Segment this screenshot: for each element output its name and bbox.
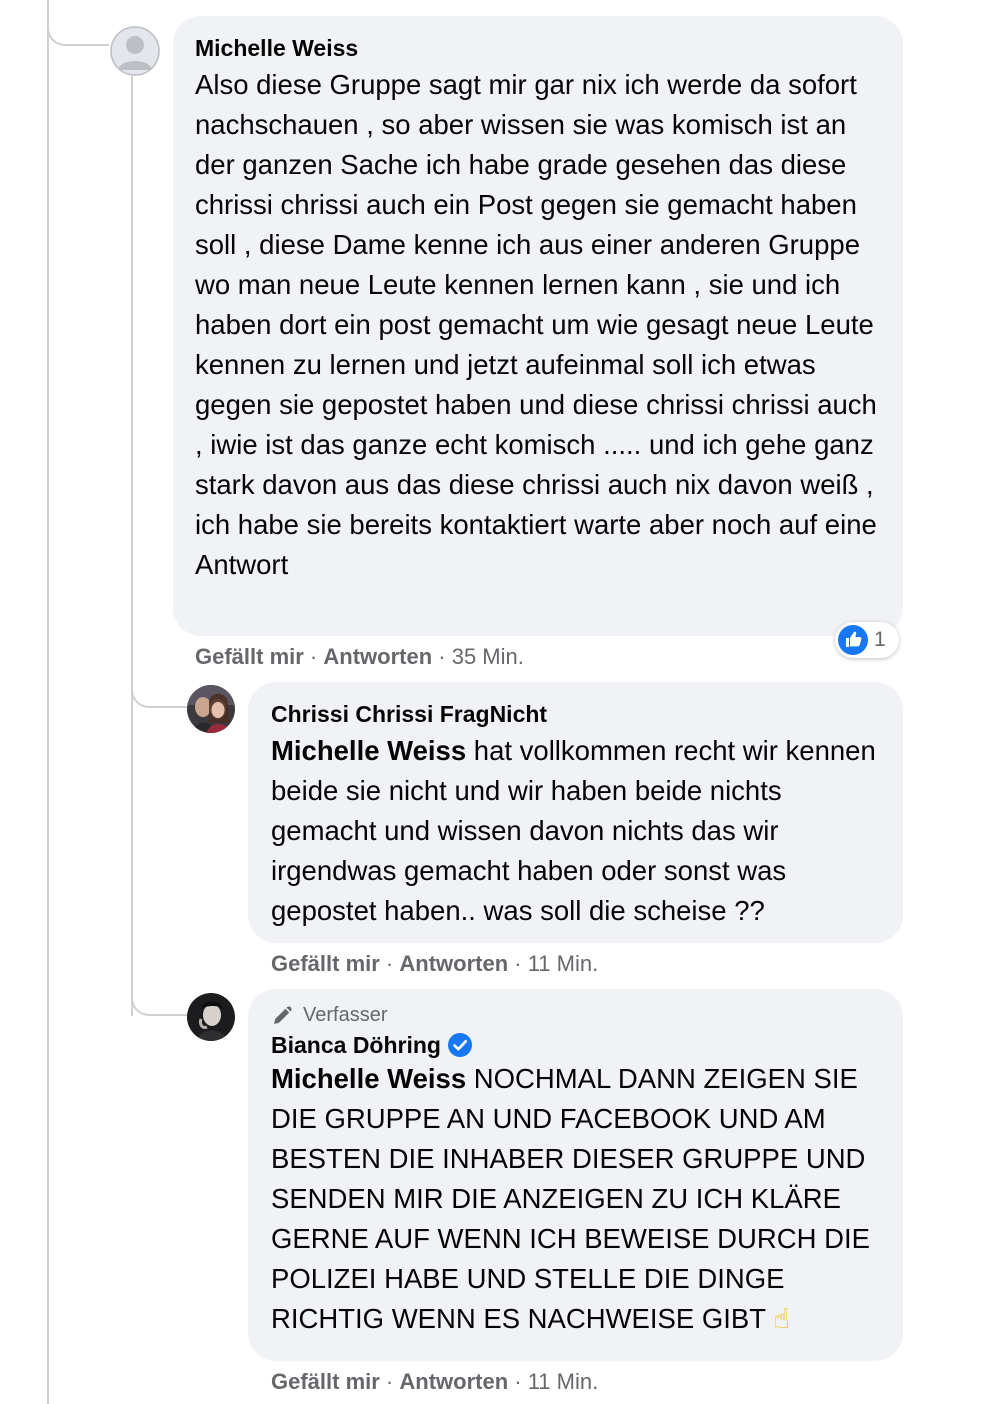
timestamp[interactable]: 35 Min. <box>452 644 524 669</box>
like-button[interactable]: Gefällt mir <box>271 951 380 976</box>
separator: · <box>303 644 324 669</box>
verified-badge-icon <box>447 1032 473 1058</box>
mention-link[interactable]: Michelle Weiss <box>271 735 466 766</box>
thread-line-main <box>47 0 49 1404</box>
comment-bubble-1: Michelle Weiss Also diese Gruppe sagt mi… <box>173 16 903 636</box>
thread-connector-2 <box>131 660 187 708</box>
author-badge: Verfasser <box>271 1003 881 1027</box>
comment-author[interactable]: Chrissi Chrissi FragNicht <box>271 700 881 728</box>
badge-label: Verfasser <box>303 1003 388 1026</box>
comment-author[interactable]: Bianca Döhring <box>271 1031 441 1059</box>
reaction-count: 1 <box>874 628 886 651</box>
comment-actions-2: Gefällt mir · Antworten · 11 Min. <box>271 950 598 978</box>
reply-button[interactable]: Antworten <box>399 1369 508 1394</box>
comment-text-container: Michelle Weiss NOCHMAL DANN ZEIGEN SIE D… <box>271 1059 883 1339</box>
comment-author[interactable]: Michelle Weiss <box>195 34 881 62</box>
separator: · <box>508 1369 528 1394</box>
like-button[interactable]: Gefällt mir <box>271 1369 380 1394</box>
separator: · <box>508 951 528 976</box>
comment-bubble-2: Chrissi Chrissi FragNicht Michelle Weiss… <box>248 682 903 943</box>
like-button[interactable]: Gefällt mir <box>195 644 304 669</box>
profile-photo-avatar[interactable] <box>187 685 235 733</box>
comment-text: NOCHMAL DANN ZEIGEN SIE DIE GRUPPE AN UN… <box>271 1063 870 1334</box>
timestamp[interactable]: 11 Min. <box>528 1369 599 1394</box>
comment-actions-1: Gefällt mir · Antworten · 35 Min. <box>195 643 524 671</box>
reaction-summary[interactable]: 1 <box>835 622 899 658</box>
like-icon <box>838 625 868 655</box>
comment-text-container: Michelle Weiss hat vollkommen recht wir … <box>271 731 883 931</box>
reply-button[interactable]: Antworten <box>399 951 508 976</box>
pencil-icon <box>271 1003 295 1027</box>
thread-connector-3 <box>131 968 187 1016</box>
mention-link[interactable]: Michelle Weiss <box>271 1063 466 1094</box>
comment-actions-3: Gefällt mir · Antworten · 11 Min. <box>271 1368 598 1396</box>
comment-text: Also diese Gruppe sagt mir gar nix ich w… <box>195 69 877 580</box>
default-avatar-icon[interactable] <box>110 26 160 76</box>
reply-button[interactable]: Antworten <box>323 644 432 669</box>
separator: · <box>432 644 452 669</box>
thread-line-replies <box>131 76 133 1016</box>
separator: · <box>379 1369 400 1394</box>
timestamp[interactable]: 11 Min. <box>528 951 599 976</box>
profile-photo-avatar[interactable] <box>187 993 235 1041</box>
pointing-up-emoji: ☝ <box>773 1303 790 1334</box>
author-row: Bianca Döhring <box>271 1031 881 1059</box>
comment-bubble-3: Verfasser Bianca Döhring Michelle Weiss … <box>248 989 903 1361</box>
thread-connector-1 <box>47 0 109 46</box>
separator: · <box>379 951 400 976</box>
